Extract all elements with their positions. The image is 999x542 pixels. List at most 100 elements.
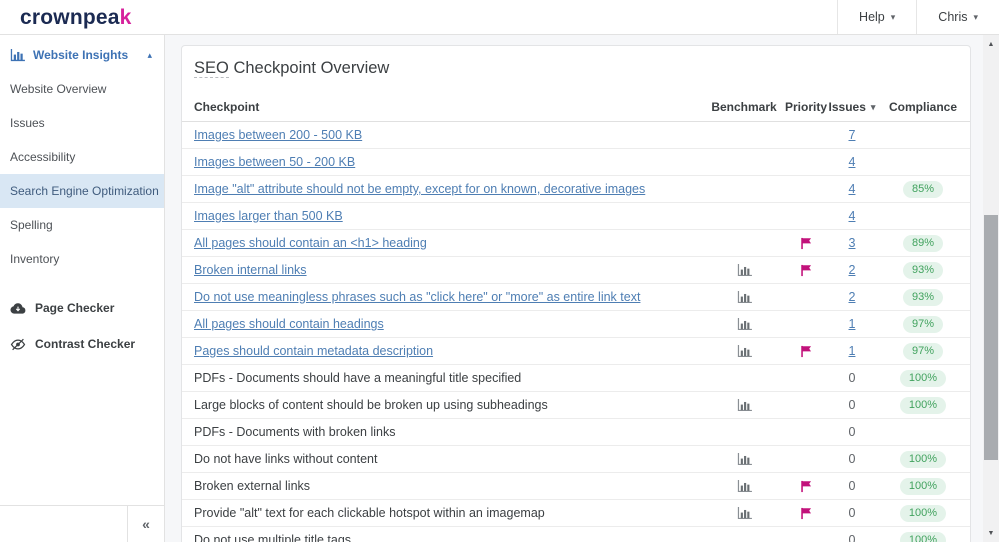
table-row: Large blocks of content should be broken…	[182, 392, 970, 419]
header-issues-sort[interactable]: Issues ▾	[828, 100, 876, 114]
sidebar-item-label: Page Checker	[35, 301, 115, 315]
page-title: SEO Checkpoint Overview	[194, 59, 970, 78]
header-priority: Priority	[784, 100, 827, 114]
header-checkpoint: Checkpoint	[194, 100, 260, 114]
issues-count: 0	[848, 506, 856, 520]
checkpoint-link[interactable]: Broken internal links	[194, 263, 307, 277]
sort-caret-icon: ▾	[870, 101, 876, 112]
table-header-row: Checkpoint Benchmark Priority Issues ▾ C…	[182, 93, 970, 122]
issues-count[interactable]: 4	[849, 209, 856, 223]
sidebar-item[interactable]: Spelling	[0, 208, 164, 242]
checkpoint-link: Large blocks of content should be broken…	[194, 398, 548, 412]
sidebar-item[interactable]: Issues	[0, 106, 164, 140]
benchmark-chart-icon	[704, 344, 784, 358]
issues-count[interactable]: 3	[849, 236, 856, 250]
sidebar-collapse-button[interactable]: «	[127, 506, 164, 542]
benchmark-chart-icon	[704, 398, 784, 412]
chevron-up-icon: ▴	[147, 49, 152, 60]
logo-accent: k	[119, 5, 132, 29]
bar-chart-icon	[10, 48, 25, 62]
chevron-down-icon: ▾	[890, 11, 896, 22]
checkpoint-link[interactable]: Do not use meaningless phrases such as "…	[194, 290, 640, 304]
table-row: Broken external links 0 100%	[182, 473, 970, 500]
header-compliance: Compliance	[888, 100, 957, 114]
table-row: PDFs - Documents with broken links 0	[182, 419, 970, 446]
table-row: Provide "alt" text for each clickable ho…	[182, 500, 970, 527]
checkpoint-link[interactable]: All pages should contain an <h1> heading	[194, 236, 427, 250]
sidebar-footer: «	[0, 505, 164, 542]
chevron-down-icon: ▾	[973, 11, 978, 22]
scroll-down-arrow-icon[interactable]: ▼	[983, 526, 999, 540]
priority-flag-icon	[784, 507, 828, 520]
sidebar-nav: Website Overview Issues Accessibility Searc…	[0, 72, 164, 276]
checkpoint-link: PDFs - Documents with broken links	[194, 425, 396, 439]
sidebar-section-website-insights[interactable]: Website Insights ▴	[0, 35, 164, 72]
sidebar-item-contrast-checker[interactable]: Contrast Checker	[0, 326, 164, 362]
priority-flag-icon	[784, 237, 828, 250]
table-row: Pages should contain metadata descriptio…	[182, 338, 970, 365]
checkpoint-link[interactable]: Images between 200 - 500 KB	[194, 128, 362, 142]
help-menu-label: Help	[859, 10, 885, 24]
benchmark-chart-icon	[704, 317, 784, 331]
priority-flag-icon	[784, 264, 828, 277]
compliance-badge: 93%	[902, 261, 944, 279]
checkpoint-link: PDFs - Documents should have a meaningfu…	[194, 371, 522, 385]
issues-count[interactable]: 1	[849, 317, 856, 331]
checkpoint-link: Broken external links	[194, 479, 311, 493]
compliance-badge: 100%	[899, 477, 947, 495]
sidebar-tools: Page Checker Contrast Checker	[0, 290, 164, 362]
checkpoint-link[interactable]: Images larger than 500 KB	[194, 209, 343, 223]
topbar-menus: Help ▾ Chris ▾	[837, 0, 999, 34]
issues-count: 0	[848, 371, 856, 385]
sidebar-item[interactable]: Website Overview	[0, 72, 164, 106]
table-row: Images larger than 500 KB 4	[182, 203, 970, 230]
user-menu[interactable]: Chris ▾	[916, 0, 999, 34]
table-row: Images between 200 - 500 KB 7	[182, 122, 970, 149]
scrollbar-thumb[interactable]	[984, 215, 998, 460]
top-bar: crownpeak Help ▾ Chris ▾	[0, 0, 999, 35]
checkpoint-link[interactable]: Images between 50 - 200 KB	[194, 155, 355, 169]
header-benchmark: Benchmark	[711, 100, 777, 114]
issues-count[interactable]: 7	[849, 128, 856, 142]
sidebar-item[interactable]: Inventory	[0, 242, 164, 276]
benchmark-chart-icon	[704, 263, 784, 277]
scroll-up-arrow-icon[interactable]: ▲	[983, 37, 999, 51]
issues-count: 0	[848, 533, 856, 542]
table-row: PDFs - Documents should have a meaningfu…	[182, 365, 970, 392]
issues-count[interactable]: 4	[849, 182, 856, 196]
sidebar-section-label: Website Insights	[33, 48, 129, 62]
sidebar-item[interactable]: Search Engine Optimization	[0, 174, 164, 208]
benchmark-chart-icon	[704, 290, 784, 304]
checkpoint-link[interactable]: Image "alt" attribute should not be empt…	[194, 182, 645, 196]
benchmark-chart-icon	[704, 452, 784, 466]
issues-count[interactable]: 4	[849, 155, 856, 169]
user-menu-label: Chris	[938, 10, 968, 24]
benchmark-chart-icon	[704, 506, 784, 520]
checkpoint-link[interactable]: All pages should contain headings	[194, 317, 384, 331]
issues-count[interactable]: 1	[849, 344, 856, 358]
eye-off-icon	[10, 338, 26, 351]
table-row: Do not use multiple title tags 0 100%	[182, 527, 970, 542]
table-row: Do not use meaningless phrases such as "…	[182, 284, 970, 311]
cloud-download-icon	[10, 302, 26, 315]
checkpoint-link: Do not use multiple title tags	[194, 533, 352, 542]
issues-count[interactable]: 2	[849, 263, 856, 277]
help-menu[interactable]: Help ▾	[837, 0, 916, 34]
table-row: Image "alt" attribute should not be empt…	[182, 176, 970, 203]
compliance-badge: 93%	[902, 288, 944, 306]
sidebar-item[interactable]: Accessibility	[0, 140, 164, 174]
checkpoint-link[interactable]: Pages should contain metadata descriptio…	[194, 344, 433, 358]
issues-count: 0	[848, 479, 856, 493]
issues-count[interactable]: 2	[849, 290, 856, 304]
compliance-badge: 100%	[899, 504, 947, 522]
checkpoint-table: Images between 200 - 500 KB 7 Images bet…	[182, 122, 970, 542]
compliance-badge: 97%	[902, 315, 944, 333]
priority-flag-icon	[784, 480, 828, 493]
compliance-badge: 100%	[899, 531, 947, 542]
issues-count: 0	[848, 425, 856, 439]
compliance-badge: 100%	[899, 450, 947, 468]
vertical-scrollbar[interactable]: ▲ ▼	[983, 35, 999, 542]
compliance-badge: 100%	[899, 369, 947, 387]
sidebar-item-page-checker[interactable]: Page Checker	[0, 290, 164, 326]
table-row: Images between 50 - 200 KB 4	[182, 149, 970, 176]
